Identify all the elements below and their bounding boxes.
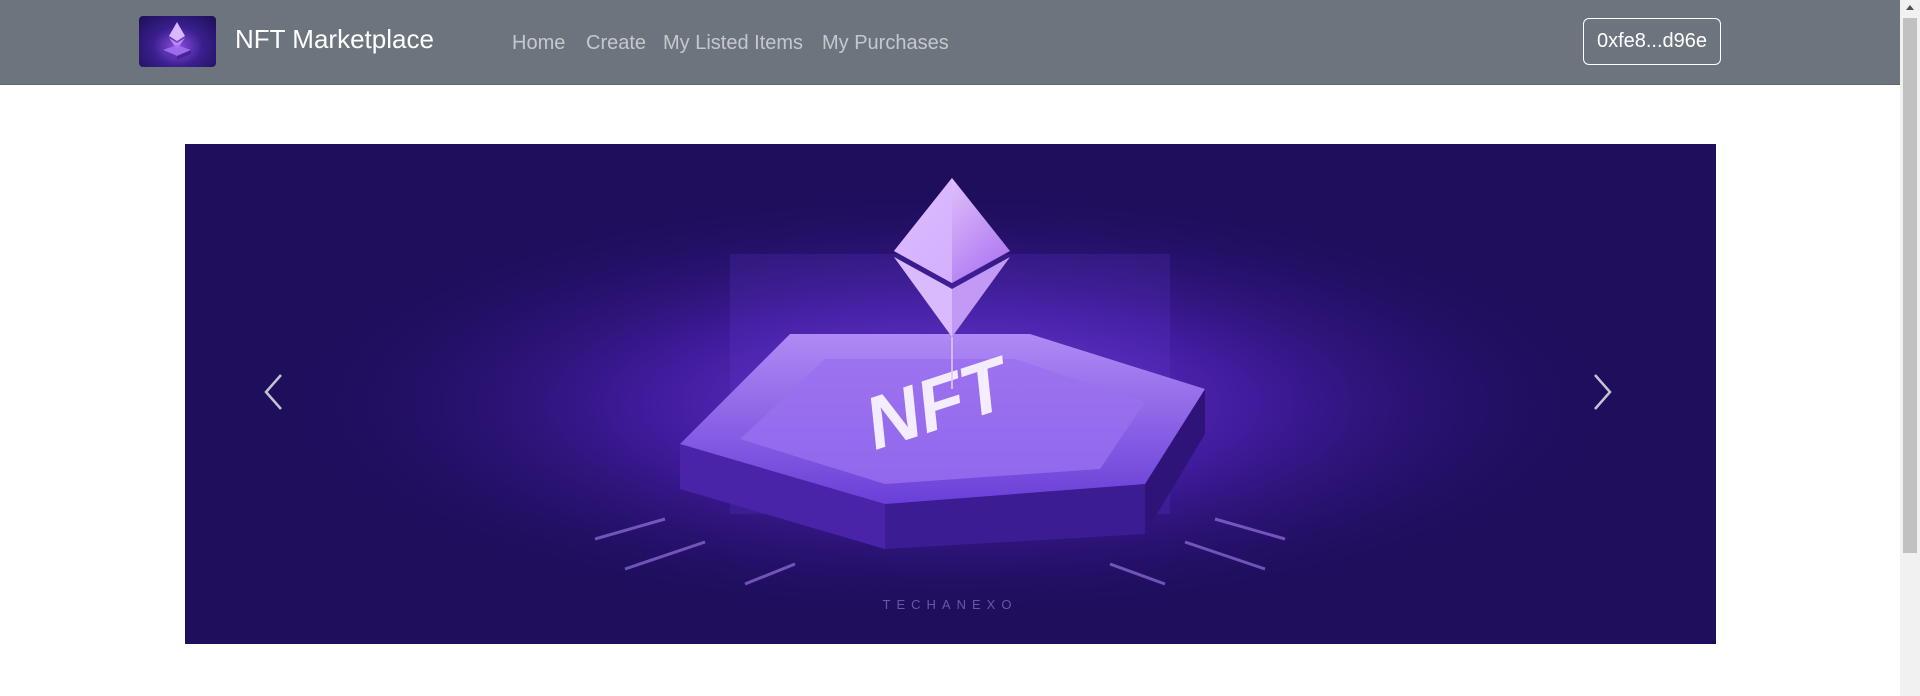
brand-logo-icon[interactable]	[139, 16, 216, 67]
scrollbar-thumb[interactable]	[1903, 18, 1917, 553]
nav-link-my-listed-items[interactable]: My Listed Items	[663, 28, 803, 58]
nav-link-my-purchases[interactable]: My Purchases	[822, 28, 949, 58]
carousel-next-button[interactable]	[1535, 144, 1665, 644]
chevron-left-icon	[264, 374, 282, 410]
chevron-right-icon	[1594, 374, 1612, 410]
page-scrollbar[interactable]	[1900, 0, 1920, 696]
brand-title[interactable]: NFT Marketplace	[235, 22, 434, 56]
nav-link-home[interactable]: Home	[512, 28, 565, 58]
wallet-address-button[interactable]: 0xfe8...d96e	[1583, 18, 1721, 65]
top-navbar: NFT Marketplace Home Create My Listed It…	[0, 0, 1900, 85]
carousel-slide-image: NFT TECHANEXO	[185, 144, 1716, 644]
scroll-up-arrow-icon[interactable]	[1900, 0, 1920, 17]
carousel-prev-button[interactable]	[240, 144, 370, 644]
hero-carousel: NFT TECHANEXO	[185, 144, 1716, 644]
slide-watermark-text: TECHANEXO	[883, 597, 1018, 612]
nav-link-create[interactable]: Create	[586, 28, 646, 58]
